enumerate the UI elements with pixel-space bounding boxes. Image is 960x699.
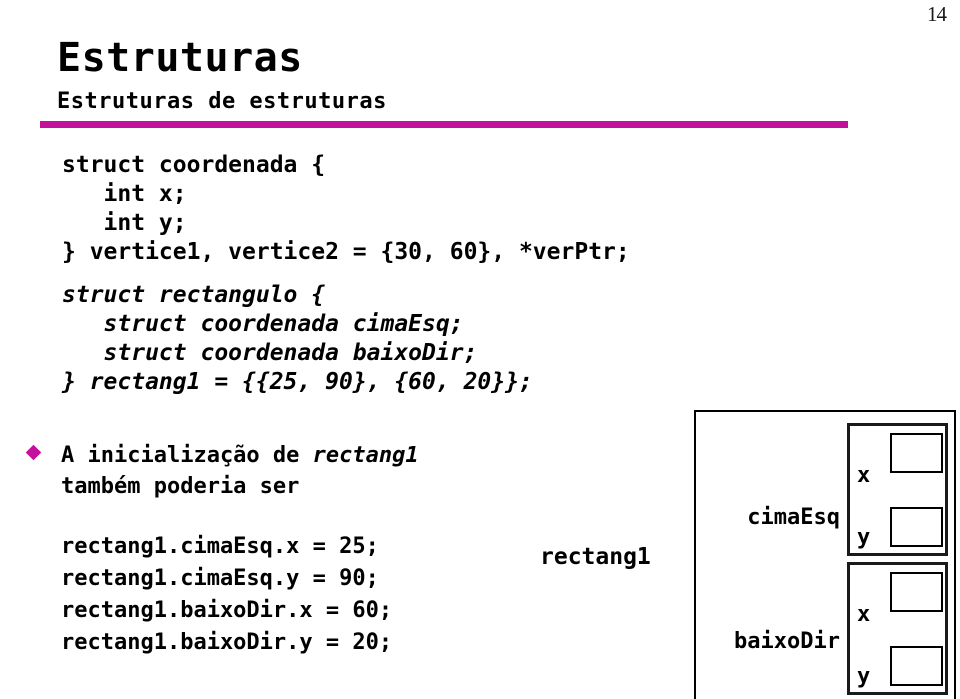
member-box-baixodir: x y	[847, 562, 948, 695]
header-divider	[40, 121, 848, 128]
assignment-statements: rectang1.cimaEsq.x = 25; rectang1.cimaEs…	[61, 534, 393, 655]
member-name-cimaesq: cimaEsq	[747, 505, 840, 530]
bullet-text-italic: rectang1	[312, 443, 419, 468]
page-subtitle: Estruturas de estruturas	[57, 89, 387, 114]
field-row: y	[855, 632, 945, 690]
struct-memory-diagram: cimaEsq x y baixoDir x y	[694, 410, 956, 699]
member-box-cimaesq: x y	[847, 423, 948, 556]
field-value-box-y[interactable]	[890, 646, 943, 686]
field-row: x	[855, 431, 945, 489]
diamond-bullet-icon	[25, 444, 42, 461]
field-value-box-x[interactable]	[890, 433, 943, 473]
field-label-x: x	[857, 602, 871, 627]
field-label-y: y	[857, 664, 871, 689]
diagram-struct-label: rectang1	[540, 544, 651, 570]
field-label-x: x	[857, 463, 871, 488]
member-name-baixodir: baixoDir	[734, 629, 840, 654]
bullet-item-label: A inicialização de rectang1 também poder…	[61, 440, 419, 502]
code-block-coordenada: struct coordenada { int x; int y; } vert…	[62, 152, 630, 265]
slide-canvas: 14 Estruturas Estruturas de estruturas s…	[0, 0, 960, 699]
bullet-text-before: A inicialização de	[61, 443, 313, 468]
bullet-text-after: também poderia ser	[61, 474, 300, 499]
page-title: Estruturas	[57, 35, 303, 81]
field-row: x	[855, 570, 945, 628]
field-value-box-y[interactable]	[890, 507, 943, 547]
code-block-rectangulo: struct rectangulo { struct coordenada ci…	[62, 282, 533, 395]
slide-number: 14	[927, 2, 947, 26]
field-row: y	[855, 493, 945, 551]
field-label-y: y	[857, 525, 871, 550]
field-value-box-x[interactable]	[890, 572, 943, 612]
